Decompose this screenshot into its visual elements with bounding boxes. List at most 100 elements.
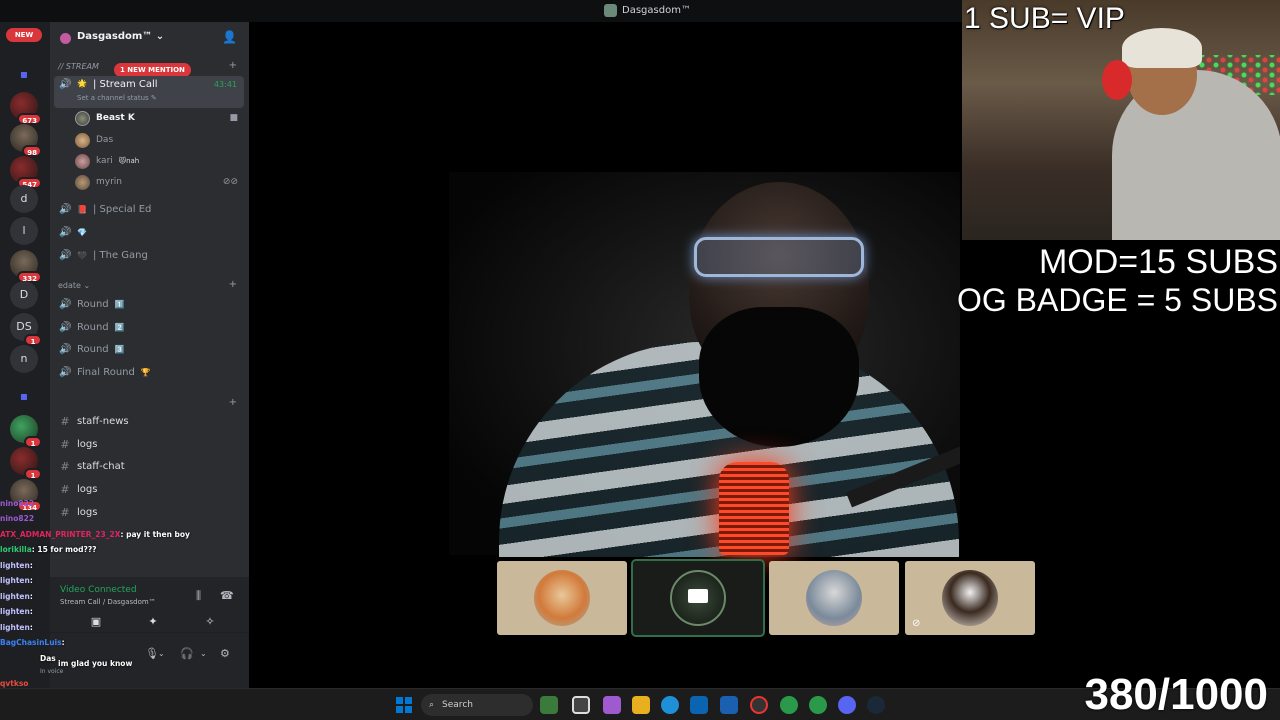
speaker-icon: 🔊: [59, 366, 72, 378]
chat-line: [0, 480, 240, 496]
channel-status[interactable]: Set a channel status ✎: [77, 94, 157, 102]
video-icon: ■: [229, 113, 238, 123]
channel-name: Final Round: [77, 366, 135, 378]
voice-user[interactable]: Das: [75, 131, 245, 149]
server-icon[interactable]: DS 1: [10, 313, 42, 346]
chrome-icon[interactable]: [780, 696, 798, 714]
chat-line: lighten:: [0, 591, 33, 601]
search-icon: ⌕: [429, 700, 435, 710]
discord-icon[interactable]: [838, 696, 856, 714]
channel-gem[interactable]: 🔊 💎: [54, 222, 244, 242]
chat-line: lorikilla: 15 for mod???: [0, 545, 97, 554]
speaker-icon: 🔊: [59, 203, 72, 215]
webcam-feed: [694, 237, 864, 277]
channel-round-1[interactable]: 🔊 Round 1️⃣: [54, 294, 244, 314]
file-explorer-icon[interactable]: [632, 696, 650, 714]
participant-tile[interactable]: [497, 561, 627, 635]
window-title: Dasgasdom™: [604, 4, 691, 17]
window-title-text: Dasgasdom™: [622, 5, 691, 16]
speaker-icon: 🔊: [59, 321, 72, 333]
video-camera-icon: [688, 589, 708, 603]
speaker-icon: 🔊: [59, 226, 72, 238]
channel-staff-news[interactable]: # staff-news: [54, 411, 244, 431]
channel-logs[interactable]: # logs: [54, 434, 244, 454]
server-folder-icon[interactable]: ▪: [10, 60, 38, 88]
task-view-icon[interactable]: [572, 696, 590, 714]
book-emoji-icon: 📕: [77, 204, 87, 214]
new-badge[interactable]: NEW: [6, 28, 42, 42]
streamer-webcam: [962, 0, 1280, 240]
search-placeholder: Search: [442, 700, 473, 710]
channel-name: Round: [77, 343, 109, 355]
steam-icon[interactable]: [867, 696, 885, 714]
server-icon[interactable]: D: [10, 281, 38, 309]
channel-staff-chat[interactable]: # staff-chat: [54, 456, 244, 476]
channel-name: | Stream Call: [92, 79, 158, 90]
channel-name: staff-news: [77, 415, 129, 427]
obs-icon[interactable]: [750, 696, 768, 714]
server-icon[interactable]: 1: [10, 415, 42, 448]
server-icon[interactable]: l: [10, 217, 38, 245]
server-name[interactable]: Dasgasdom™ ⌄: [77, 31, 164, 42]
voice-user-tag: 😾nah: [118, 157, 140, 165]
participant-tile[interactable]: [769, 561, 899, 635]
taskbar-app-icon[interactable]: [540, 696, 558, 714]
keycap-emoji-icon: 2️⃣: [114, 322, 125, 332]
chat-line: im glad you know: [58, 659, 133, 668]
chat-line: lighten:: [0, 576, 33, 585]
category-stream[interactable]: // STREAM: [58, 62, 99, 71]
chat-line: nino822: [0, 514, 35, 523]
voice-user-name: myrin: [96, 177, 122, 187]
gem-emoji-icon: 💎: [77, 227, 87, 237]
channel-stream-call[interactable]: 🔊 🌟 | Stream Call 43:41 Set a channel st…: [54, 76, 244, 108]
server-icon[interactable]: d: [10, 185, 38, 213]
outlook-icon[interactable]: [720, 696, 738, 714]
voice-user[interactable]: kari 😾nah: [75, 152, 245, 170]
new-mention-pill[interactable]: 1 NEW MENTION: [114, 63, 191, 77]
server-icon[interactable]: 547: [10, 156, 42, 189]
add-channel-icon[interactable]: +: [229, 397, 237, 408]
hash-icon: #: [60, 437, 70, 451]
chrome-icon[interactable]: [809, 696, 827, 714]
server-folder-icon[interactable]: ▪: [10, 382, 38, 410]
server-icon[interactable]: n: [10, 345, 38, 373]
add-channel-icon[interactable]: +: [229, 279, 237, 290]
channel-the-gang[interactable]: 🔊 🖤 | The Gang: [54, 245, 244, 265]
participant-tile[interactable]: ⊘: [905, 561, 1035, 635]
server-icon[interactable]: 332: [10, 250, 42, 283]
server-header[interactable]: Dasgasdom™ ⌄ 👤: [50, 22, 249, 54]
voice-user[interactable]: Beast K ■: [75, 109, 245, 127]
channel-round-3[interactable]: 🔊 Round 3️⃣: [54, 339, 244, 359]
hash-icon: #: [60, 414, 70, 428]
server-icon[interactable]: 673: [10, 92, 42, 125]
hash-icon: #: [60, 459, 70, 473]
channel-final-round[interactable]: 🔊 Final Round 🏆: [54, 362, 244, 382]
taskbar-search[interactable]: ⌕ Search: [421, 694, 533, 716]
chat-line: lighten:: [0, 560, 33, 570]
call-timer: 43:41: [213, 80, 237, 89]
store-icon[interactable]: [690, 696, 708, 714]
stream-chat-overlay: nino822 nino822 ATX_ADMAN_PRINTER_23_2X:…: [0, 480, 240, 720]
chat-line: nino822: [0, 498, 35, 508]
avatar: [534, 570, 590, 626]
taskbar-app-icon[interactable]: [603, 696, 621, 714]
invite-people-icon[interactable]: 👤: [222, 30, 237, 44]
voice-user-name: kari: [96, 156, 113, 166]
sub-vip-text: 1 SUB= VIP: [964, 2, 1125, 35]
channel-round-2[interactable]: 🔊 Round 2️⃣: [54, 317, 244, 337]
edge-browser-icon[interactable]: [661, 696, 679, 714]
channel-special-ed[interactable]: 🔊 📕 | Special Ed: [54, 199, 244, 219]
participant-tile-selected[interactable]: [631, 559, 765, 637]
keycap-emoji-icon: 1️⃣: [114, 299, 125, 309]
chat-line: BagChasinLuis:: [0, 638, 65, 647]
category-edate[interactable]: edate ⌄: [58, 281, 90, 290]
channel-name: | The Gang: [92, 249, 148, 261]
server-icon[interactable]: 98: [10, 124, 42, 157]
participant-tiles: ⊘: [497, 559, 1035, 637]
voice-user[interactable]: myrin ⊘⊘: [75, 173, 245, 191]
unread-badge: 1: [24, 468, 42, 480]
avatar: [75, 153, 90, 169]
windows-start-icon[interactable]: [396, 697, 412, 713]
add-channel-icon[interactable]: +: [229, 60, 237, 71]
server-icon[interactable]: 1: [10, 447, 42, 480]
